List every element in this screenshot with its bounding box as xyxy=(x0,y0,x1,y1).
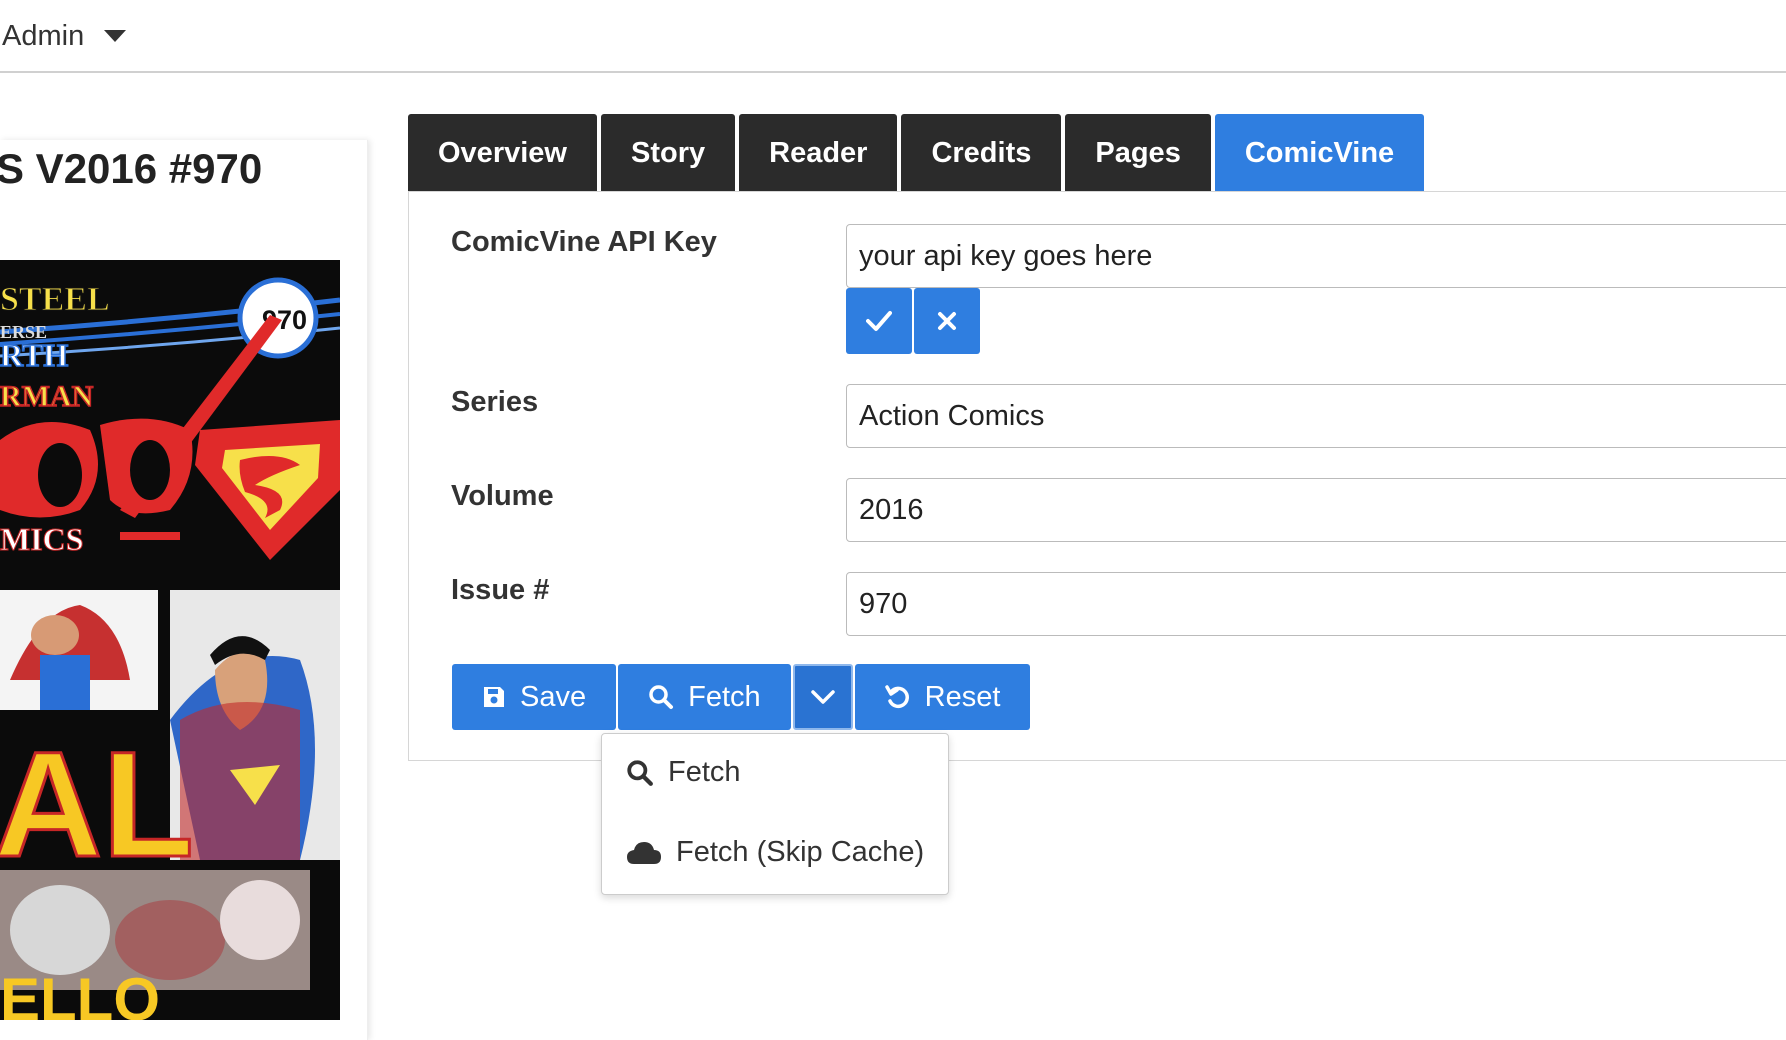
issue-input[interactable] xyxy=(846,572,1786,636)
svg-text:AL: AL xyxy=(0,720,194,888)
series-label: Series xyxy=(451,386,539,418)
dropdown-item-fetch-skip-cache[interactable]: Fetch (Skip Cache) xyxy=(626,836,924,869)
undo-icon xyxy=(884,685,909,709)
svg-text:MICS: MICS xyxy=(0,521,84,557)
tab-bar: Overview Story Reader Credits Pages Comi… xyxy=(408,114,1425,192)
volume-input[interactable] xyxy=(846,478,1786,542)
admin-menu-label: Admin xyxy=(2,19,85,52)
tab-label: Credits xyxy=(931,136,1032,169)
svg-text:RTH: RTH xyxy=(0,337,68,373)
tab-label: Pages xyxy=(1095,136,1181,169)
cloud-icon xyxy=(627,841,661,864)
dropdown-item-label: Fetch xyxy=(668,756,741,788)
save-icon xyxy=(484,687,504,707)
api-key-actions xyxy=(846,288,980,354)
tab-label: Reader xyxy=(769,136,868,169)
cancel-api-key-button[interactable] xyxy=(914,288,980,354)
chevron-down-icon xyxy=(810,690,835,704)
caret-down-icon xyxy=(104,30,127,42)
svg-text:RMAN: RMAN xyxy=(0,380,94,413)
check-icon xyxy=(866,311,892,331)
save-label: Save xyxy=(520,680,587,713)
dropdown-item-label: Fetch (Skip Cache) xyxy=(676,836,925,868)
close-icon xyxy=(938,312,956,330)
tab-overview[interactable]: Overview xyxy=(408,114,597,192)
volume-label: Volume xyxy=(451,480,554,512)
issue-title: S V2016 #970 xyxy=(0,145,263,192)
tab-reader[interactable]: Reader xyxy=(739,114,898,192)
form-actions: Save Fetch Reset xyxy=(452,664,1031,730)
cover-image: STEEL ERSE RTH RMAN 970 MICS AL ELLO xyxy=(0,260,340,1020)
tab-pages[interactable]: Pages xyxy=(1065,114,1211,192)
search-icon xyxy=(627,759,653,786)
admin-user-menu[interactable]: Admin xyxy=(2,16,127,56)
fetch-dropdown-menu: Fetch Fetch (Skip Cache) xyxy=(601,733,949,895)
top-navbar: Admin xyxy=(0,0,1786,73)
fetch-dropdown-toggle[interactable] xyxy=(792,664,853,730)
tab-story[interactable]: Story xyxy=(600,114,736,192)
tab-comicvine[interactable]: ComicVine xyxy=(1214,114,1425,192)
tab-credits[interactable]: Credits xyxy=(901,114,1062,192)
tab-label: ComicVine xyxy=(1244,136,1395,169)
search-icon xyxy=(649,685,674,709)
tab-label: Story xyxy=(630,136,706,169)
issue-label: Issue # xyxy=(451,574,550,606)
fetch-label: Fetch xyxy=(688,680,761,713)
api-key-label: ComicVine API Key xyxy=(451,226,717,258)
fetch-button[interactable]: Fetch xyxy=(618,664,791,730)
reset-label: Reset xyxy=(924,680,1001,713)
svg-text:ELLO: ELLO xyxy=(0,966,160,1020)
tab-label: Overview xyxy=(438,136,567,169)
dropdown-item-fetch[interactable]: Fetch xyxy=(626,756,741,789)
api-key-input[interactable] xyxy=(846,224,1786,288)
save-button[interactable]: Save xyxy=(452,664,617,730)
svg-text:STEEL: STEEL xyxy=(0,281,110,318)
confirm-api-key-button[interactable] xyxy=(846,288,912,354)
reset-button[interactable]: Reset xyxy=(854,664,1031,730)
series-input[interactable] xyxy=(846,384,1786,448)
